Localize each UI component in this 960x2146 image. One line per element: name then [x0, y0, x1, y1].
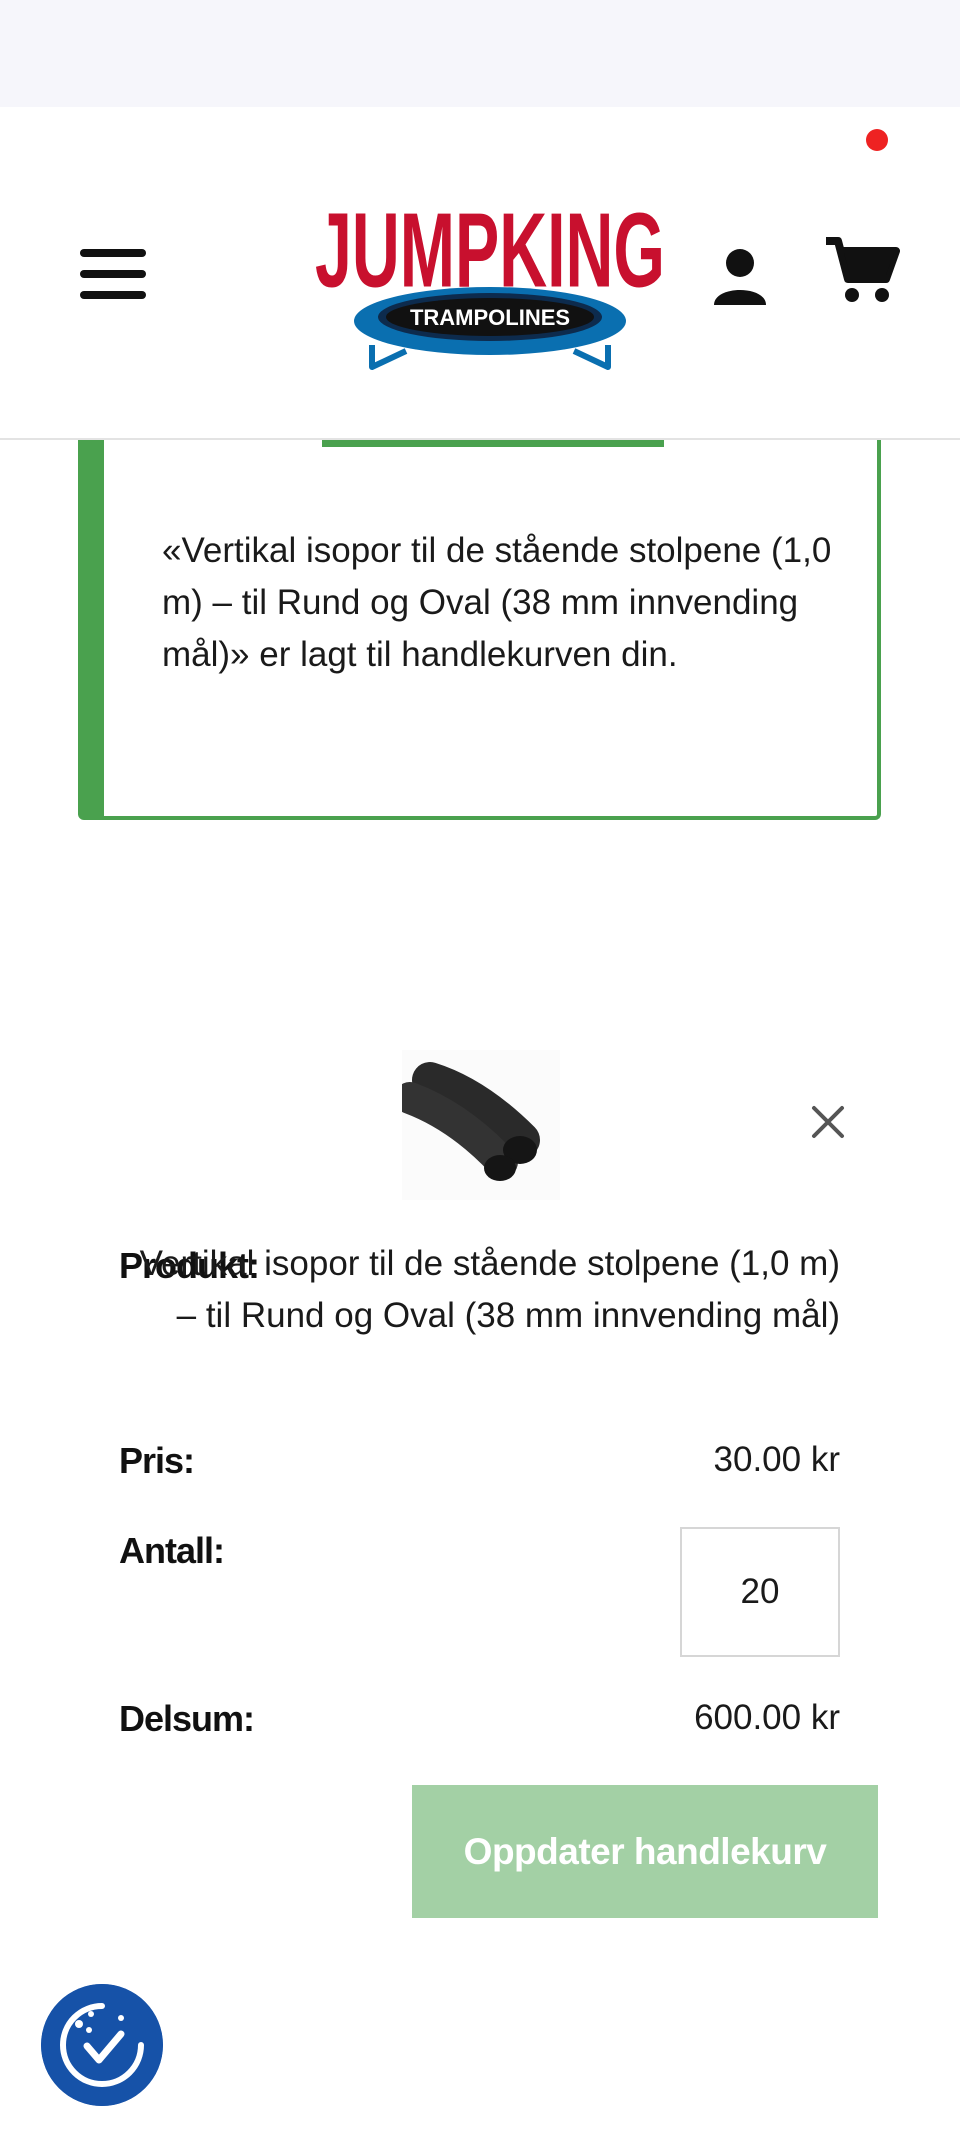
logo-sub-text: TRAMPOLINES	[410, 305, 570, 330]
quantity-input[interactable]	[680, 1527, 840, 1657]
cart-notification-dot	[866, 129, 888, 151]
subtotal-value: 600.00 kr	[694, 1698, 840, 1737]
close-icon[interactable]	[806, 1100, 850, 1144]
user-icon[interactable]	[712, 247, 768, 307]
site-header: JUMPKING TRAMPOLINES	[0, 107, 960, 440]
price-label: Pris:	[119, 1440, 195, 1481]
update-cart-button[interactable]: Oppdater handlekurv	[412, 1785, 878, 1918]
jumpking-logo[interactable]: JUMPKING TRAMPOLINES	[310, 167, 670, 377]
top-bar	[0, 0, 960, 107]
notice-accent-bar	[322, 440, 664, 447]
shopping-cart-icon[interactable]	[824, 235, 900, 305]
product-thumbnail[interactable]	[402, 1050, 560, 1200]
hamburger-menu-icon[interactable]	[80, 249, 148, 299]
price-value: 30.00 kr	[713, 1440, 840, 1479]
notice-message: «Vertikal isopor til de stående stolpene…	[162, 531, 832, 674]
subtotal-label: Delsum:	[119, 1698, 255, 1739]
product-name[interactable]: Vertikal isopor til de stående stolpene …	[120, 1238, 840, 1342]
quantity-label: Antall:	[119, 1530, 225, 1571]
cookie-consent-icon[interactable]	[41, 1984, 163, 2106]
